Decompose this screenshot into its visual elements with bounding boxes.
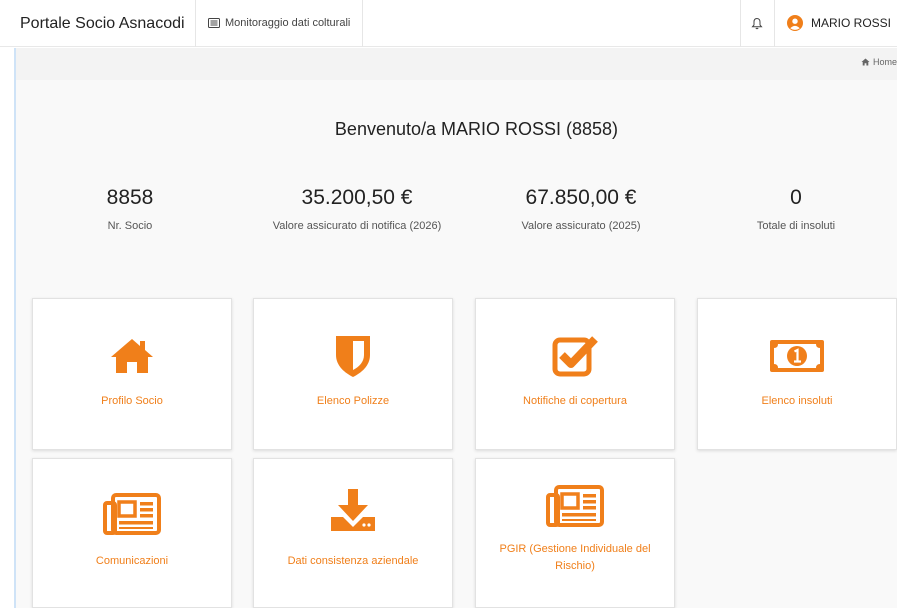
card-pgir[interactable]: PGIR (Gestione Individuale del Rischio) xyxy=(475,458,675,608)
card-comunicazioni[interactable]: Comunicazioni xyxy=(32,458,232,608)
checkbox-icon xyxy=(552,336,598,377)
notifications-button[interactable] xyxy=(739,0,774,47)
bell-icon xyxy=(751,17,764,29)
card-dati-consistenza[interactable]: Dati consistenza aziendale xyxy=(253,458,453,608)
money-icon xyxy=(770,340,824,372)
main-content: Benvenuto/a MARIO ROSSI (8858) 8858 Nr. … xyxy=(16,80,897,608)
nav-link-monitoraggio[interactable]: Monitoraggio dati colturali xyxy=(196,0,364,47)
stat-label: Valore assicurato (2025) xyxy=(521,220,641,232)
welcome-heading: Benvenuto/a MARIO ROSSI (8858) xyxy=(334,119,619,139)
card-label: Elenco Polizze xyxy=(316,395,390,407)
card-label: Profilo Socio xyxy=(101,395,163,407)
brand-title[interactable]: Portale Socio Asnacodi xyxy=(0,0,196,47)
card-label: PGIR (Gestione Individuale del Rischio) xyxy=(499,543,651,572)
newspaper-icon xyxy=(546,485,604,527)
stat-value: 8858 xyxy=(106,186,154,209)
stat-label: Totale di insoluti xyxy=(756,220,836,232)
stat-label: Nr. Socio xyxy=(107,220,153,232)
download-icon xyxy=(331,489,375,531)
card-elenco-polizze[interactable]: Elenco Polizze xyxy=(253,298,453,450)
breadcrumb-home-label: Home xyxy=(872,57,897,67)
card-label: Notifiche di copertura xyxy=(523,395,627,407)
stat-valore-notifica: 35.200,50 € Valore assicurato di notific… xyxy=(262,186,452,235)
card-label: Elenco insoluti xyxy=(761,395,833,407)
top-navbar: Portale Socio Asnacodi Monitoraggio dati… xyxy=(0,0,897,47)
card-label: Comunicazioni xyxy=(95,555,169,567)
breadcrumb-home[interactable]: Home xyxy=(861,57,897,67)
stat-value: 35.200,50 € xyxy=(301,186,413,209)
home-icon xyxy=(861,58,870,66)
list-alt-icon xyxy=(208,18,220,28)
nav-link-label: Monitoraggio dati colturali xyxy=(225,17,351,29)
stat-nr-socio: 8858 Nr. Socio xyxy=(50,186,210,235)
user-name: MARIO ROSSI xyxy=(810,16,891,30)
card-label: Dati consistenza aziendale xyxy=(287,555,419,567)
stat-value: 0 xyxy=(790,186,802,209)
breadcrumb: Home xyxy=(16,48,897,80)
card-profilo-socio[interactable]: Profilo Socio xyxy=(32,298,232,450)
stat-valore-assicurato: 67.850,00 € Valore assicurato (2025) xyxy=(486,186,676,235)
stat-value: 67.850,00 € xyxy=(525,186,637,209)
stat-label: Valore assicurato di notifica (2026) xyxy=(272,220,442,232)
home-icon xyxy=(111,339,153,373)
newspaper-icon xyxy=(103,493,161,535)
card-notifiche-copertura[interactable]: Notifiche di copertura xyxy=(475,298,675,450)
card-elenco-insoluti[interactable]: Elenco insoluti xyxy=(697,298,897,450)
stat-insoluti: 0 Totale di insoluti xyxy=(716,186,876,235)
shield-icon xyxy=(336,336,370,377)
user-menu[interactable]: MARIO ROSSI xyxy=(773,0,897,47)
user-avatar-icon xyxy=(786,15,803,31)
